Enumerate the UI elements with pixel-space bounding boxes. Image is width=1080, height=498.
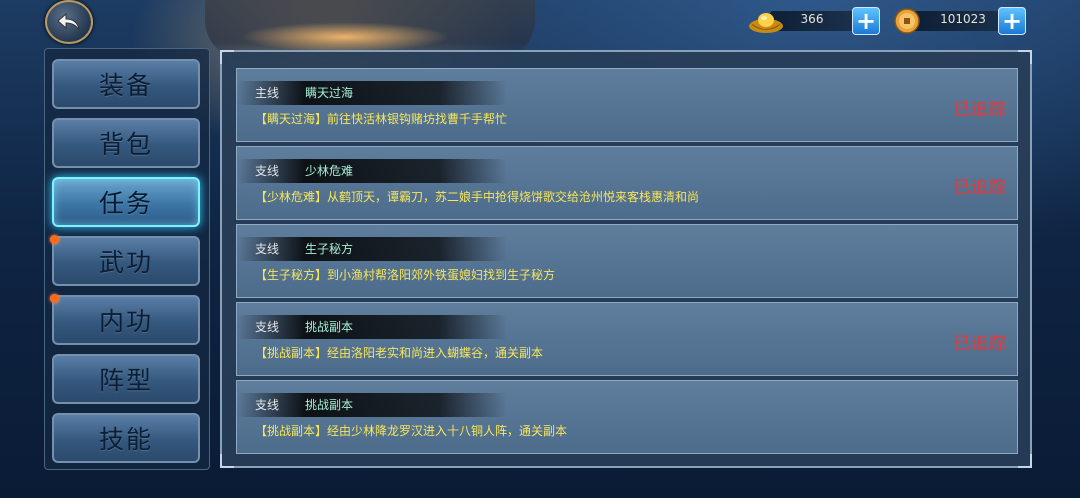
background-lantern-glow [240, 22, 450, 52]
tab-inner-skill[interactable]: 内功 [52, 295, 200, 345]
quest-item[interactable]: 支线 挑战副本 【挑战副本】经由洛阳老实和尚进入蝴蝶谷，通关副本 已追踪 [236, 302, 1018, 376]
inner-skill-notification-dot [50, 294, 59, 303]
ingot-currency: 366 + [748, 7, 880, 35]
copper-coin-icon [894, 8, 920, 34]
tab-skills[interactable]: 技能 [52, 413, 200, 463]
ingot-value: 366 [800, 12, 824, 26]
quest-item[interactable]: 支线 挑战副本 【挑战副本】经由少林降龙罗汉进入十八铜人阵，通关副本 [236, 380, 1018, 454]
quest-type: 支线 [255, 164, 280, 178]
quest-name: 瞒天过海 [305, 86, 354, 100]
panel-corner-ornament [1018, 50, 1032, 64]
quest-tracked-status[interactable]: 已追踪 [953, 173, 1007, 198]
back-arrow-icon [57, 12, 80, 31]
quest-type: 支线 [255, 242, 280, 256]
quest-description: 【挑战副本】经由洛阳老实和尚进入蝴蝶谷，通关副本 [255, 346, 544, 360]
tab-bag[interactable]: 背包 [52, 118, 200, 168]
gold-ingot-icon [749, 13, 783, 33]
tab-equipment[interactable]: 装备 [52, 59, 200, 109]
add-coin-button[interactable]: + [998, 7, 1026, 35]
tab-formation[interactable]: 阵型 [52, 354, 200, 404]
quest-name: 挑战副本 [305, 398, 354, 412]
quest-description: 【瞒天过海】前往快活林银钩赌坊找曹千手帮忙 [255, 112, 508, 126]
quest-name: 生子秘方 [305, 242, 354, 256]
quest-tracked-status[interactable]: 已追踪 [953, 329, 1007, 354]
quest-type: 支线 [255, 398, 280, 412]
back-button[interactable] [45, 0, 93, 44]
quest-description: 【挑战副本】经由少林降龙罗汉进入十八铜人阵，通关副本 [255, 424, 568, 438]
panel-corner-ornament [1018, 454, 1032, 468]
category-tabs: 装备 背包 任务 武功 内功 阵型 技能 [44, 48, 210, 470]
quest-description: 【生子秘方】到小渔村帮洛阳郊外铁蛋媳妇找到生子秘方 [255, 268, 556, 282]
coin-currency: 101023 + [894, 7, 1028, 35]
quest-name: 挑战副本 [305, 320, 354, 334]
add-ingot-button[interactable]: + [852, 7, 880, 35]
quest-list-panel: 主线 瞒天过海 【瞒天过海】前往快活林银钩赌坊找曹千手帮忙 已追踪 支线 少林危… [220, 50, 1032, 468]
quest-item[interactable]: 支线 少林危难 【少林危难】从鹤顶天，谭霸刀，苏二娘手中抢得烧饼歌交给沧州悦来客… [236, 146, 1018, 220]
panel-corner-ornament [220, 454, 234, 468]
coin-value: 101023 [940, 12, 986, 26]
quest-type: 支线 [255, 320, 280, 334]
panel-corner-ornament [220, 50, 234, 64]
quest-name: 少林危难 [305, 164, 354, 178]
quest-item[interactable]: 主线 瞒天过海 【瞒天过海】前往快活林银钩赌坊找曹千手帮忙 已追踪 [236, 68, 1018, 142]
tab-martial-arts[interactable]: 武功 [52, 236, 200, 286]
quest-type: 主线 [255, 86, 280, 100]
quest-description: 【少林危难】从鹤顶天，谭霸刀，苏二娘手中抢得烧饼歌交给沧州悦来客栈惠清和尚 [255, 190, 700, 204]
martial-arts-notification-dot [50, 235, 59, 244]
quest-item[interactable]: 支线 生子秘方 【生子秘方】到小渔村帮洛阳郊外铁蛋媳妇找到生子秘方 [236, 224, 1018, 298]
tab-quests[interactable]: 任务 [52, 177, 200, 227]
quest-tracked-status[interactable]: 已追踪 [953, 95, 1007, 120]
